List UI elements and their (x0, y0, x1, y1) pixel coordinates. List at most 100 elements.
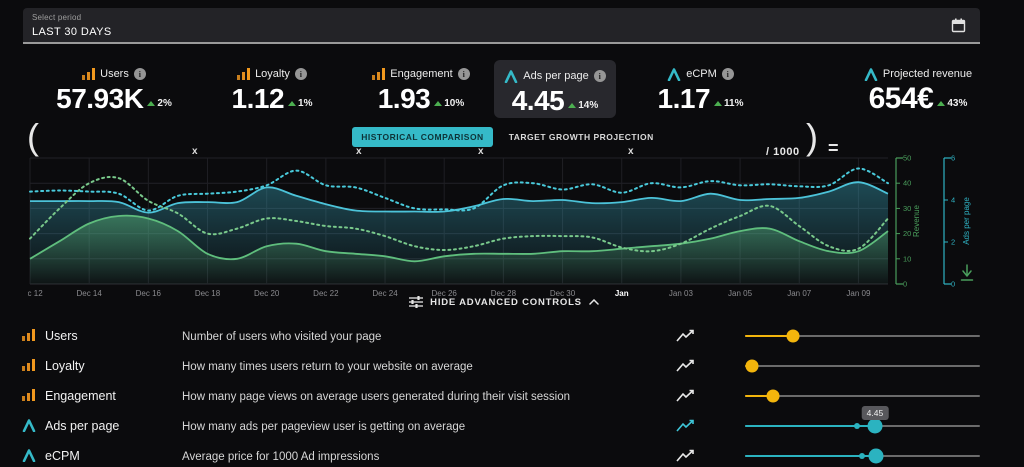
metric-label: Loyalty (255, 68, 290, 80)
control-label: eCPM (45, 449, 80, 463)
metric-delta: 10% (444, 98, 464, 109)
tab-historical-comparison[interactable]: HISTORICAL COMPARISON (352, 127, 492, 147)
metric-value: 4.45 (512, 86, 565, 116)
control-description: Average price for 1000 Ad impressions (182, 451, 379, 463)
trend-up-icon (937, 101, 945, 106)
tune-icon (409, 296, 423, 308)
trend-up-icon (714, 101, 722, 106)
ads-per-page-slider[interactable]: 4.45 (745, 411, 980, 441)
svg-text:2: 2 (951, 238, 955, 247)
lambda-icon (864, 68, 878, 81)
metric-value: 1.93 (378, 84, 431, 114)
bar-chart-icon (22, 359, 35, 371)
metric-label: Users (100, 68, 129, 80)
lambda-icon (504, 70, 518, 83)
trend-up-icon (568, 103, 576, 108)
slider-marker-dot (854, 423, 860, 429)
slider-track[interactable] (745, 395, 980, 397)
metric-value: 57.93K (56, 84, 143, 114)
slider-thumb[interactable] (766, 390, 779, 403)
slider-track[interactable] (745, 365, 980, 367)
svg-text:10: 10 (903, 254, 911, 263)
metric-value: 654€ (869, 84, 934, 114)
control-label: Engagement (45, 389, 116, 403)
trend-line-icon[interactable] (676, 419, 696, 433)
lambda-icon (667, 68, 681, 81)
period-select-value: LAST 30 DAYS (32, 26, 112, 38)
metric-delta: 1% (298, 98, 312, 109)
toggle-label: HIDE ADVANCED CONTROLS (430, 297, 582, 308)
slider-marker-dot (859, 453, 865, 459)
metric-value: 1.12 (232, 84, 285, 114)
svg-text:4: 4 (951, 196, 955, 205)
metric-delta: 2% (157, 98, 171, 109)
svg-text:50: 50 (903, 154, 911, 163)
metric-users[interactable]: Users 57.93K 2% (50, 58, 178, 114)
formula-row: ( Users 57.93K 2% x Loyalty 1.12 1% x En… (0, 56, 1024, 120)
bar-chart-icon (372, 68, 385, 80)
period-select[interactable]: Select period LAST 30 DAYS (23, 8, 980, 44)
metric-label: Ads per page (523, 70, 588, 82)
info-icon[interactable] (594, 70, 606, 82)
svg-text:40: 40 (903, 179, 911, 188)
bar-chart-icon (22, 329, 35, 341)
trend-up-icon (147, 101, 155, 106)
slider-fill (745, 455, 876, 457)
info-icon[interactable] (295, 68, 307, 80)
metric-ads-per-page[interactable]: Ads per page 4.45 14% (494, 60, 616, 118)
ecpm-slider[interactable] (745, 441, 980, 467)
trend-up-icon (434, 101, 442, 106)
metric-value: 1.17 (658, 84, 711, 114)
control-description: How many ads per pageview user is gettin… (182, 421, 465, 433)
control-row-users: Users Number of users who visited your p… (0, 321, 1024, 351)
control-description: Number of users who visited your page (182, 331, 381, 343)
bar-chart-icon (82, 68, 95, 80)
metric-label: Projected revenue (883, 68, 972, 80)
metric-loyalty[interactable]: Loyalty 1.12 1% (212, 58, 332, 114)
svg-text:0: 0 (951, 280, 955, 289)
projection-chart[interactable]: 01020304050Revenue0246Ads per page Dec 1… (28, 150, 980, 302)
control-label: Loyalty (45, 359, 85, 373)
tab-target-growth-projection[interactable]: TARGET GROWTH PROJECTION (507, 127, 656, 147)
slider-value-tooltip: 4.45 (862, 406, 889, 420)
control-description: How many times users return to your webs… (182, 361, 473, 373)
lambda-icon (22, 419, 36, 432)
svg-text:30: 30 (903, 204, 911, 213)
download-icon[interactable] (962, 265, 973, 280)
control-row-ads-per-page: Ads per page How many ads per pageview u… (0, 411, 1024, 441)
hide-advanced-controls-button[interactable]: HIDE ADVANCED CONTROLS (0, 296, 1008, 308)
metric-ecpm[interactable]: eCPM 1.17 11% (648, 58, 753, 114)
calendar-icon[interactable] (951, 18, 966, 33)
info-icon[interactable] (458, 68, 470, 80)
metric-label: Engagement (390, 68, 452, 80)
svg-text:6: 6 (951, 154, 955, 163)
users-slider[interactable] (745, 321, 980, 351)
metric-engagement[interactable]: Engagement 1.93 10% (362, 58, 480, 114)
advanced-controls-panel: Users Number of users who visited your p… (0, 321, 1024, 467)
slider-thumb[interactable] (745, 360, 758, 373)
slider-thumb[interactable] (786, 330, 799, 343)
svg-text:20: 20 (903, 229, 911, 238)
lambda-icon (22, 449, 36, 462)
period-select-label: Select period (32, 13, 81, 22)
slider-thumb[interactable] (868, 449, 883, 464)
control-row-ecpm: eCPM Average price for 1000 Ad impressio… (0, 441, 1024, 467)
svg-text:Ads per page: Ads per page (962, 197, 971, 245)
bar-chart-icon (22, 389, 35, 401)
info-icon[interactable] (722, 68, 734, 80)
trend-line-icon[interactable] (676, 389, 696, 403)
metric-delta: 11% (724, 98, 743, 109)
trend-line-icon[interactable] (676, 359, 696, 373)
chart-mode-tabs: HISTORICAL COMPARISON TARGET GROWTH PROJ… (0, 127, 1008, 147)
control-description: How many page views on average users gen… (182, 391, 570, 403)
trend-line-icon[interactable] (676, 449, 696, 463)
control-label: Ads per page (45, 419, 119, 433)
slider-thumb[interactable] (867, 419, 882, 434)
metric-projected-revenue: Projected revenue 654€ 43% (852, 58, 984, 114)
metric-delta: 14% (578, 100, 598, 111)
trend-line-icon[interactable] (676, 329, 696, 343)
metric-delta: 43% (947, 98, 967, 109)
control-label: Users (45, 329, 78, 343)
info-icon[interactable] (134, 68, 146, 80)
loyalty-slider[interactable] (745, 351, 980, 381)
